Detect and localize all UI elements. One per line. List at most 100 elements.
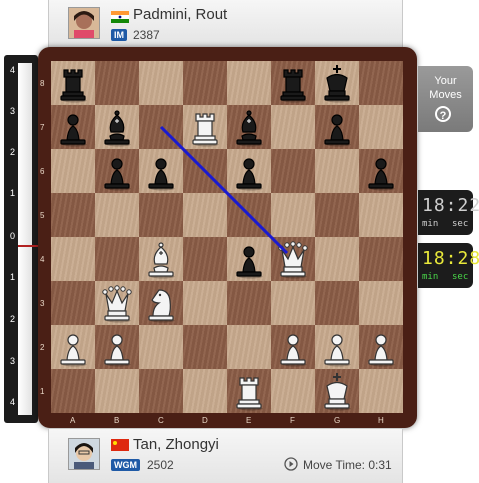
- black-rook-icon[interactable]: [271, 61, 315, 105]
- chess-board-frame: 8 7 6 5 4 3 2 1 A B C D E F G H: [38, 47, 417, 428]
- black-king-icon[interactable]: [315, 61, 359, 105]
- your-moves-line2: Moves: [429, 89, 462, 101]
- square-d3[interactable]: [183, 281, 227, 325]
- square-g5[interactable]: [315, 193, 359, 237]
- square-f5[interactable]: [271, 193, 315, 237]
- white-pawn-icon[interactable]: [315, 325, 359, 369]
- file-label: B: [114, 416, 120, 425]
- eval-label: 0: [10, 231, 16, 241]
- square-d6[interactable]: [183, 149, 227, 193]
- white-rook-icon[interactable]: [227, 369, 271, 413]
- square-h5[interactable]: [359, 193, 403, 237]
- chess-board[interactable]: [51, 61, 403, 413]
- square-c1[interactable]: [139, 369, 183, 413]
- square-a5[interactable]: [51, 193, 95, 237]
- eval-label: 2: [10, 147, 16, 157]
- white-queen-icon[interactable]: [271, 237, 315, 281]
- square-h8[interactable]: [359, 61, 403, 105]
- china-flag-icon: [111, 438, 129, 451]
- square-h1[interactable]: [359, 369, 403, 413]
- black-pawn-icon[interactable]: [359, 149, 403, 193]
- eval-label: 1: [10, 272, 16, 282]
- square-e3[interactable]: [227, 281, 271, 325]
- square-b1[interactable]: [95, 369, 139, 413]
- black-pawn-icon[interactable]: [227, 149, 271, 193]
- your-moves-line1: Your: [434, 75, 457, 87]
- square-h7[interactable]: [359, 105, 403, 149]
- square-e2[interactable]: [227, 325, 271, 369]
- square-g4[interactable]: [315, 237, 359, 281]
- black-bishop-icon[interactable]: [227, 105, 271, 149]
- top-clock-min-label: min: [422, 219, 439, 229]
- rank-label: 2: [40, 343, 45, 352]
- file-label: H: [378, 416, 384, 425]
- eval-label: 4: [10, 65, 16, 75]
- top-player-card: Padmini, Rout IM 2387: [48, 0, 403, 48]
- square-a6[interactable]: [51, 149, 95, 193]
- square-a4[interactable]: [51, 237, 95, 281]
- bottom-clock-sec-label: sec: [452, 272, 469, 282]
- rank-label: 3: [40, 299, 45, 308]
- black-pawn-icon[interactable]: [227, 237, 271, 281]
- file-label: A: [70, 416, 76, 425]
- black-bishop-icon[interactable]: [95, 105, 139, 149]
- square-a3[interactable]: [51, 281, 95, 325]
- clock-icon: [284, 457, 298, 476]
- top-player-avatar[interactable]: [68, 7, 100, 39]
- square-f6[interactable]: [271, 149, 315, 193]
- evaluation-track: [18, 63, 46, 415]
- your-moves-button[interactable]: Your Moves ?: [418, 66, 473, 132]
- square-b4[interactable]: [95, 237, 139, 281]
- top-player-rating: 2387: [133, 28, 160, 42]
- square-d2[interactable]: [183, 325, 227, 369]
- white-knight-icon[interactable]: [139, 281, 183, 325]
- white-king-icon[interactable]: [315, 369, 359, 413]
- square-f3[interactable]: [271, 281, 315, 325]
- square-d8[interactable]: [183, 61, 227, 105]
- square-c7[interactable]: [139, 105, 183, 149]
- move-time-label: Move Time: 0:31: [303, 458, 392, 472]
- white-pawn-icon[interactable]: [95, 325, 139, 369]
- black-pawn-icon[interactable]: [139, 149, 183, 193]
- white-pawn-icon[interactable]: [271, 325, 315, 369]
- square-a1[interactable]: [51, 369, 95, 413]
- white-pawn-icon[interactable]: [359, 325, 403, 369]
- square-h3[interactable]: [359, 281, 403, 325]
- rank-label: 7: [40, 123, 45, 132]
- square-f7[interactable]: [271, 105, 315, 149]
- square-c8[interactable]: [139, 61, 183, 105]
- bottom-player-avatar[interactable]: [68, 438, 100, 470]
- white-queen-icon[interactable]: [95, 281, 139, 325]
- black-pawn-icon[interactable]: [51, 105, 95, 149]
- eval-label: 3: [10, 356, 16, 366]
- square-d4[interactable]: [183, 237, 227, 281]
- top-player-clock: 18:22 min sec: [418, 190, 479, 235]
- square-c5[interactable]: [139, 193, 183, 237]
- square-c2[interactable]: [139, 325, 183, 369]
- square-g6[interactable]: [315, 149, 359, 193]
- top-player-title-badge: IM: [111, 29, 127, 41]
- square-h4[interactable]: [359, 237, 403, 281]
- black-rook-icon[interactable]: [51, 61, 95, 105]
- square-d5[interactable]: [183, 193, 227, 237]
- square-e8[interactable]: [227, 61, 271, 105]
- square-b5[interactable]: [95, 193, 139, 237]
- help-icon[interactable]: ?: [435, 106, 451, 122]
- square-f1[interactable]: [271, 369, 315, 413]
- white-rook-icon[interactable]: [183, 105, 227, 149]
- bottom-player-clock: 18:28 min sec: [418, 243, 479, 288]
- rank-label: 5: [40, 211, 45, 220]
- file-label: C: [158, 416, 164, 425]
- eval-label: 3: [10, 106, 16, 116]
- black-pawn-icon[interactable]: [315, 105, 359, 149]
- square-e5[interactable]: [227, 193, 271, 237]
- square-d1[interactable]: [183, 369, 227, 413]
- black-pawn-icon[interactable]: [95, 149, 139, 193]
- square-g3[interactable]: [315, 281, 359, 325]
- bottom-player-name[interactable]: Tan, Zhongyi: [133, 436, 219, 453]
- eval-label: 2: [10, 314, 16, 324]
- white-bishop-icon[interactable]: [139, 237, 183, 281]
- white-pawn-icon[interactable]: [51, 325, 95, 369]
- square-b8[interactable]: [95, 61, 139, 105]
- top-player-name[interactable]: Padmini, Rout: [133, 6, 227, 23]
